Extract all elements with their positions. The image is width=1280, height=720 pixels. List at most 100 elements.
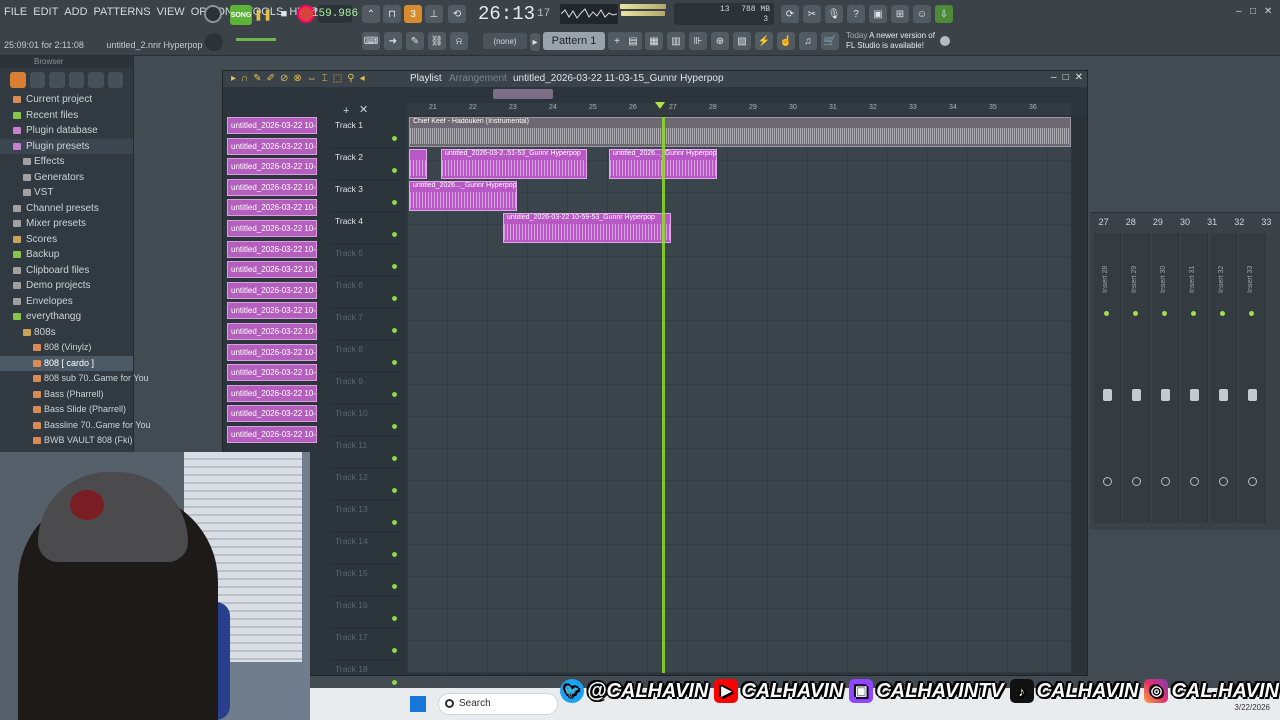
menu-view[interactable]: VIEW — [157, 6, 185, 18]
track-mute-led[interactable] — [392, 584, 397, 589]
track-header[interactable]: Track 1 — [331, 117, 401, 149]
wait-input-icon[interactable]: ⊓ — [383, 5, 401, 23]
playlist-maximize-icon[interactable]: □ — [1063, 72, 1069, 83]
menu-edit[interactable]: EDIT — [33, 6, 58, 18]
mixer-strip[interactable]: Insert 30 — [1152, 233, 1179, 523]
stop-button[interactable]: ■ — [275, 5, 293, 23]
browser-item[interactable]: Bass Slide (Pharrell) — [0, 402, 133, 418]
browser-item[interactable]: Backup — [0, 247, 133, 263]
pattern-item[interactable]: untitled_2026-03-22 10- — [227, 158, 317, 176]
playlist-titlebar[interactable]: ▸ ∩ ✎ ✐ ⊘ ⊗ ⇔ ⌶ ⬚ ⚲ ◂ Playlist Arrangeme… — [223, 71, 1087, 87]
channel-rack-icon[interactable]: ▥ — [667, 32, 685, 50]
slip-tool-icon[interactable]: ⇔ — [307, 73, 317, 84]
mixer-view-icon[interactable]: ⊪ — [689, 32, 707, 50]
loop-record-icon[interactable]: ⟲ — [448, 5, 466, 23]
insert-enable-led[interactable] — [1220, 311, 1225, 316]
pattern-item[interactable]: untitled_2026-03-22 10- — [227, 178, 317, 196]
save-icon[interactable]: ▣ — [869, 5, 887, 23]
pan-knob[interactable] — [1161, 477, 1170, 486]
playlist-scroll-overview[interactable] — [493, 89, 553, 99]
reset-icon[interactable]: ⟳ — [781, 5, 799, 23]
mixer-strip[interactable]: Insert 28 — [1094, 233, 1121, 523]
track-header[interactable]: Track 17 — [331, 629, 401, 661]
draw-tool-icon[interactable]: ✎ — [253, 73, 261, 84]
insert-enable-led[interactable] — [1133, 311, 1138, 316]
plugin-icon[interactable]: ⊕ — [711, 32, 729, 50]
pan-knob[interactable] — [1132, 477, 1141, 486]
browser-item[interactable]: 808 (Vinylz) — [0, 340, 133, 356]
track-mute-led[interactable] — [392, 232, 397, 237]
track-header[interactable]: Track 14 — [331, 533, 401, 565]
pan-knob[interactable] — [1219, 477, 1228, 486]
track-mute-led[interactable] — [392, 488, 397, 493]
close-icon[interactable]: ✕ — [1264, 6, 1272, 17]
timeline-ruler[interactable]: 21 22 23 24 25 26 27 28 29 30 31 32 33 34 35 36 — [407, 103, 1071, 115]
pattern-item[interactable]: untitled_2026-03-22 10- — [227, 322, 317, 340]
browser-item[interactable]: Bass (Pharrell) — [0, 387, 133, 403]
insert-enable-led[interactable] — [1162, 311, 1167, 316]
pattern-item[interactable]: untitled_2026-03-22 10- — [227, 343, 317, 361]
download-icon[interactable]: ⇩ — [935, 5, 953, 23]
mute-tool-icon[interactable]: ⊗ — [293, 73, 301, 84]
browser-item[interactable]: everythangg — [0, 309, 133, 325]
mixer-strip[interactable]: Insert 29 — [1123, 233, 1150, 523]
metronome-icon[interactable]: ⌃ — [362, 5, 380, 23]
pan-knob[interactable] — [1103, 477, 1112, 486]
insert-enable-led[interactable] — [1104, 311, 1109, 316]
volume-fader[interactable] — [1248, 389, 1257, 401]
browser-cloud-icon[interactable] — [88, 72, 104, 88]
browser-plugins-icon[interactable] — [49, 72, 65, 88]
stamp-icon[interactable]: ⍾ — [450, 32, 468, 50]
mixer-strip[interactable]: Insert 32 — [1210, 233, 1237, 523]
menu-add[interactable]: ADD — [64, 6, 87, 18]
maximize-icon[interactable]: □ — [1250, 6, 1256, 17]
browser-item[interactable]: Recent files — [0, 108, 133, 124]
track-mute-led[interactable] — [392, 360, 397, 365]
track-mute-led[interactable] — [392, 328, 397, 333]
add-track-icon[interactable]: + — [343, 105, 349, 117]
track-mute-led[interactable] — [392, 456, 397, 461]
audio-clip[interactable]: untitled_2026-03-22 10-59-53_Gunnr Hyper… — [503, 213, 671, 243]
track-header[interactable]: Track 10 — [331, 405, 401, 437]
track-mute-led[interactable] — [392, 680, 397, 685]
pattern-item[interactable]: untitled_2026-03-22 10- — [227, 261, 317, 279]
audio-clip[interactable]: Chief Keef - Hadouken (Instrumental) — [409, 117, 1071, 147]
playback-tool-icon[interactable]: ◂ — [360, 73, 365, 84]
playlist-close-icon[interactable]: ✕ — [1075, 72, 1083, 83]
pattern-item[interactable]: untitled_2026-03-22 10- — [227, 199, 317, 217]
browser-item[interactable]: 808 sub 70..Game for You — [0, 371, 149, 387]
playhead-line[interactable] — [662, 117, 665, 673]
track-header[interactable]: Track 13 — [331, 501, 401, 533]
track-mute-led[interactable] — [392, 616, 397, 621]
track-mute-led[interactable] — [392, 200, 397, 205]
track-mute-led[interactable] — [392, 296, 397, 301]
browser-item[interactable]: Bassline 70..Game for You — [0, 418, 151, 434]
tempo-tap-icon[interactable]: ♫ — [799, 32, 817, 50]
browser-item[interactable]: Plugin presets — [0, 138, 133, 154]
track-header[interactable]: Track 3 — [331, 181, 401, 213]
pitch-knob[interactable] — [205, 33, 223, 51]
browser-item[interactable]: Demo projects — [0, 278, 133, 294]
pattern-prev-icon[interactable]: ▸ — [530, 33, 540, 51]
insert-enable-led[interactable] — [1249, 311, 1254, 316]
track-mute-led[interactable] — [392, 264, 397, 269]
browser-icon[interactable]: ▧ — [733, 32, 751, 50]
track-header[interactable]: Track 4 — [331, 213, 401, 245]
browser-projects-icon[interactable] — [29, 72, 45, 88]
magnet-icon[interactable]: ∩ — [241, 73, 248, 84]
zoom-tool-icon[interactable]: ⚲ — [347, 73, 354, 84]
taskbar-search[interactable]: Search — [438, 693, 558, 715]
microphone-icon[interactable]: 🎙 — [825, 5, 843, 23]
remove-track-icon[interactable]: ✕ — [359, 103, 368, 116]
song-position-display[interactable]: 26:13 17 — [478, 2, 550, 26]
browser-item[interactable]: Mixer presets — [0, 216, 133, 232]
vertical-scrollbar[interactable] — [1073, 117, 1085, 673]
select-tool-icon[interactable]: ⬚ — [333, 73, 342, 84]
keyboard-icon[interactable]: ⌨ — [362, 32, 380, 50]
audio-clip[interactable]: untitled_2026..._Gunnr Hyperpop — [409, 181, 517, 211]
news-globe-icon[interactable] — [940, 36, 950, 46]
track-mute-led[interactable] — [392, 520, 397, 525]
track-mute-led[interactable] — [392, 552, 397, 557]
browser-samples-icon[interactable] — [68, 72, 84, 88]
pause-button[interactable]: ❚❚ — [254, 5, 272, 23]
